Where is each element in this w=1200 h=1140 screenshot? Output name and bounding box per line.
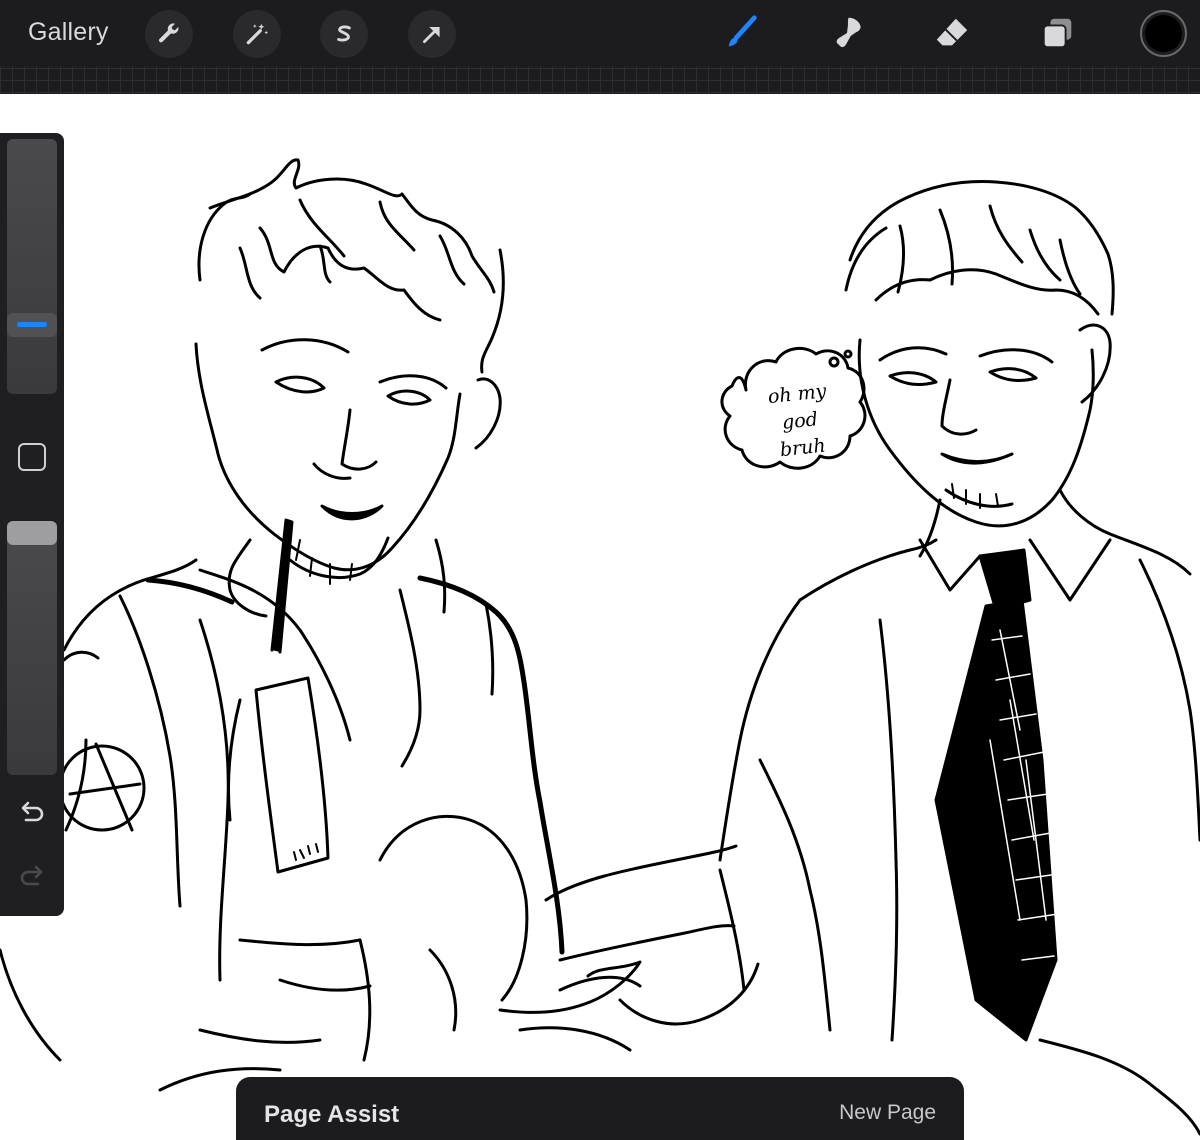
brush-icon (728, 15, 757, 47)
smudge-tool-button[interactable] (826, 12, 868, 54)
opacity-slider[interactable] (7, 521, 57, 775)
current-color-swatch (1145, 15, 1182, 52)
brush-size-slider[interactable] (7, 139, 57, 394)
new-page-button[interactable]: New Page (839, 1101, 936, 1125)
page-assist-title: Page Assist (264, 1101, 400, 1128)
top-toolbar: Gallery (0, 0, 1200, 66)
selection-s-icon (337, 25, 351, 42)
canvas-ruler-strip (0, 66, 1200, 94)
magic-wand-icon (246, 23, 269, 45)
sketch-artwork (0, 158, 1200, 1136)
brush-tool-button[interactable] (720, 12, 762, 54)
arrow-cursor-icon (423, 26, 440, 43)
color-picker-button[interactable] (1140, 10, 1187, 57)
selection-button[interactable] (320, 10, 368, 58)
transform-button[interactable] (408, 10, 456, 58)
smudge-finger-icon (836, 17, 861, 48)
brush-size-handle[interactable] (7, 313, 57, 337)
eraser-icon (936, 18, 968, 46)
redo-icon[interactable] (16, 862, 48, 894)
page-assist-bar: Page Assist New Page (236, 1077, 964, 1140)
drawing-canvas[interactable]: oh my god bruh (0, 94, 1200, 1140)
square-icon[interactable] (18, 443, 46, 471)
undo-icon[interactable] (16, 798, 48, 830)
opacity-handle[interactable] (7, 521, 57, 545)
adjustments-button[interactable] (233, 10, 281, 58)
gallery-button[interactable]: Gallery (28, 18, 109, 47)
wrench-icon (158, 23, 179, 43)
layers-icon (1042, 18, 1072, 49)
left-sidebar (0, 133, 64, 916)
thought-bubble-text: oh my god bruh (756, 377, 844, 466)
actions-button[interactable] (145, 10, 193, 58)
eraser-tool-button[interactable] (931, 12, 973, 54)
layers-button[interactable] (1037, 12, 1079, 54)
